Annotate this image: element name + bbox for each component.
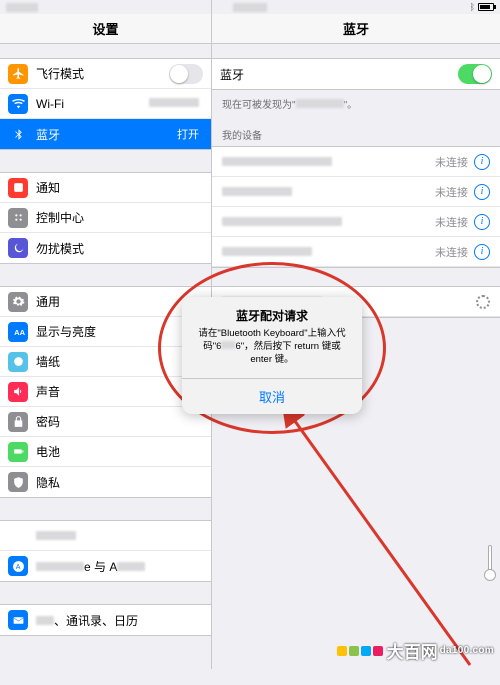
settings-sidebar: 设置 飞行模式 Wi-Fi 蓝牙打开通知控制中心勿扰模式通用 AA 显示与亮度墙纸声音密… <box>0 0 212 669</box>
discovery-text: 现在可被发现为""。 <box>212 90 500 113</box>
time-blur <box>233 3 267 12</box>
carrier-blur <box>6 3 38 12</box>
sound-icon <box>8 382 28 402</box>
info-icon[interactable]: i <box>474 154 490 170</box>
sidebar-item-控制中心[interactable]: 控制中心 <box>0 203 211 233</box>
sidebar-item-store[interactable]: Ae 与 A <box>0 551 211 581</box>
info-icon[interactable]: i <box>474 244 490 260</box>
status-bar-right: ᛒ <box>212 0 500 14</box>
alert-message: 请在"Bluetooth Keyboard"上输入代码"66"，然后按下 ret… <box>182 326 362 378</box>
info-icon[interactable]: i <box>474 214 490 230</box>
sidebar-item-Wi-Fi[interactable]: Wi-Fi <box>0 89 211 119</box>
sidebar-item-电池[interactable]: 电池 <box>0 437 211 467</box>
sidebar-item-label: 通知 <box>36 179 203 196</box>
sidebar-item-label: 显示与亮度 <box>36 323 203 340</box>
sidebar-item-cloud[interactable] <box>0 521 211 551</box>
wall-icon <box>8 352 28 372</box>
device-name-blur <box>222 217 342 226</box>
info-icon[interactable]: i <box>474 184 490 200</box>
battery-icon <box>478 3 494 11</box>
svg-text:AA: AA <box>14 328 25 337</box>
sidebar-item-通知[interactable]: 通知 <box>0 173 211 203</box>
sidebar-item-label: e 与 A <box>36 558 203 575</box>
device-name-blur <box>222 157 332 166</box>
dnd-icon <box>8 238 28 258</box>
detail-title: 蓝牙 <box>212 14 500 44</box>
device-status: 未连接 <box>435 154 468 170</box>
pass-icon <box>8 412 28 432</box>
overlay-handle[interactable] <box>484 545 496 581</box>
sidebar-item-label: 通用 <box>36 293 203 310</box>
sidebar-item-密码[interactable]: 密码 <box>0 407 211 437</box>
sidebar-item-勿扰模式[interactable]: 勿扰模式 <box>0 233 211 263</box>
alert-title: 蓝牙配对请求 <box>182 297 362 326</box>
sidebar-item-label: 飞行模式 <box>36 65 169 82</box>
device-status: 未连接 <box>435 184 468 200</box>
watermark-text: 大百网 <box>387 638 438 663</box>
priv-icon <box>8 472 28 492</box>
sidebar-item-mail[interactable]: 、通讯录、日历 <box>0 605 211 635</box>
sidebar-item-通用[interactable]: 通用 <box>0 287 211 317</box>
sidebar-item-label: 密码 <box>36 413 203 430</box>
gear-icon <box>8 292 28 312</box>
watermark-url: da100.com <box>440 645 494 656</box>
device-row[interactable]: 未连接 i <box>212 177 500 207</box>
sidebar-item-label: 墙纸 <box>36 353 203 370</box>
device-row[interactable]: 未连接 i <box>212 207 500 237</box>
bluetooth-status-icon: ᛒ <box>470 2 475 12</box>
cloud-icon <box>8 526 28 546</box>
device-row[interactable]: 未连接 i <box>212 147 500 177</box>
bt-icon <box>8 124 28 144</box>
device-name-blur <box>222 247 312 256</box>
sidebar-item-label: 勿扰模式 <box>36 240 203 257</box>
pairing-alert: 蓝牙配对请求 请在"Bluetooth Keyboard"上输入代码"66"，然… <box>182 297 362 414</box>
bluetooth-toggle-row[interactable]: 蓝牙 <box>212 59 500 89</box>
sidebar-item-label: 、通讯录、日历 <box>36 612 203 629</box>
device-status: 未连接 <box>435 214 468 230</box>
watermark-logo <box>337 646 383 656</box>
sidebar-item-label: Wi-Fi <box>36 97 149 111</box>
toggle-switch[interactable] <box>169 64 203 84</box>
device-status: 未连接 <box>435 244 468 260</box>
sidebar-item-label: 隐私 <box>36 474 203 491</box>
device-list: 未连接 i 未连接 i 未连接 i 未连接 i <box>212 146 500 268</box>
my-devices-header: 我的设备 <box>212 113 500 146</box>
batt-icon <box>8 442 28 462</box>
mail-icon <box>8 610 28 630</box>
svg-text:A: A <box>15 564 20 571</box>
sidebar-item-label: 控制中心 <box>36 209 203 226</box>
sidebar-item-显示与亮度[interactable]: AA 显示与亮度 <box>0 317 211 347</box>
airplane-icon <box>8 64 28 84</box>
store-icon: A <box>8 556 28 576</box>
sidebar-item-墙纸[interactable]: 墙纸 <box>0 347 211 377</box>
wifi-icon <box>8 94 28 114</box>
sidebar-item-label: 声音 <box>36 383 203 400</box>
status-bar-left <box>0 0 211 14</box>
bluetooth-label: 蓝牙 <box>220 66 458 83</box>
sidebar-item-label <box>36 529 203 543</box>
watermark: 大百网 da100.com <box>337 638 494 663</box>
sidebar-item-label: 电池 <box>36 443 203 460</box>
sidebar-item-隐私[interactable]: 隐私 <box>0 467 211 497</box>
bluetooth-switch[interactable] <box>458 64 492 84</box>
notif-icon <box>8 178 28 198</box>
spinner-icon <box>476 295 490 309</box>
device-name-blur <box>222 187 292 196</box>
sidebar-item-声音[interactable]: 声音 <box>0 377 211 407</box>
sidebar-item-蓝牙[interactable]: 蓝牙打开 <box>0 119 211 149</box>
sidebar-item-label: 蓝牙 <box>36 126 177 143</box>
sidebar-item-飞行模式[interactable]: 飞行模式 <box>0 59 211 89</box>
device-row[interactable]: 未连接 i <box>212 237 500 267</box>
sidebar-title: 设置 <box>0 14 211 44</box>
display-icon: AA <box>8 322 28 342</box>
alert-cancel-button[interactable]: 取消 <box>182 378 362 414</box>
ctrl-icon <box>8 208 28 228</box>
